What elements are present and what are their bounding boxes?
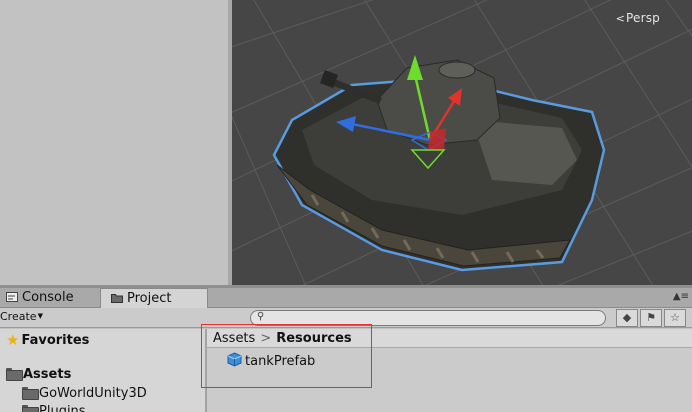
- tab-console[interactable]: Console: [0, 288, 90, 308]
- asset-item-tankprefab[interactable]: tankPrefab: [227, 352, 315, 371]
- search-icon: ⚲: [257, 311, 265, 322]
- console-icon: [6, 289, 18, 302]
- search-input[interactable]: ⚲: [250, 310, 606, 326]
- persp-gizmo[interactable]: <Persp: [616, 11, 660, 25]
- favorites-label: Favorites: [21, 333, 90, 348]
- scene-view[interactable]: <Persp: [232, 0, 692, 285]
- tab-project-label: Project: [127, 291, 172, 306]
- create-label: Create: [0, 310, 37, 323]
- tab-project[interactable]: Project: [100, 288, 208, 308]
- tank-model[interactable]: [272, 59, 606, 272]
- breadcrumb: Assets > Resources: [207, 329, 692, 348]
- dropdown-arrow-icon: ▼: [37, 312, 43, 320]
- view-mode-label: Persp: [626, 11, 660, 25]
- persp-gizmo-icon: <: [615, 12, 625, 25]
- tree-item-label: GoWorldUnity3D: [39, 386, 147, 401]
- tree-item-plugins[interactable]: Plugins: [22, 404, 86, 412]
- favorites-star-icon: ★: [6, 331, 20, 349]
- folder-icon: [6, 368, 23, 381]
- create-dropdown[interactable]: Create▼: [0, 310, 43, 323]
- asset-name: tankPrefab: [245, 354, 316, 369]
- project-tree: ★ Favorites Assets GoWorldUnity3D Plugins: [0, 329, 205, 412]
- tab-console-label: Console: [22, 290, 74, 305]
- tree-item-goworldunity3d[interactable]: GoWorldUnity3D: [22, 386, 147, 401]
- project-toolbar: Create▼ ⚲ ◆ ⚑ ☆: [0, 308, 692, 328]
- search-by-label-button[interactable]: ⚑: [640, 309, 662, 327]
- favorite-star-button[interactable]: ☆: [664, 309, 686, 327]
- bottom-tabbar: Console Project ▲≡: [0, 288, 692, 308]
- assets-label: Assets: [23, 367, 72, 382]
- favorites-section[interactable]: ★ Favorites: [6, 331, 89, 349]
- folder-icon: [22, 405, 39, 412]
- search-by-label-icon: ⚑: [646, 311, 656, 324]
- breadcrumb-resources[interactable]: Resources: [276, 331, 351, 346]
- breadcrumb-assets[interactable]: Assets: [213, 331, 255, 346]
- scene-canvas[interactable]: [232, 0, 692, 285]
- prefab-cube-icon: [227, 352, 242, 371]
- search-by-type-icon: ◆: [622, 311, 632, 324]
- asset-browser: Assets > Resources tankPrefab: [207, 329, 692, 412]
- favorite-star-icon: ☆: [670, 311, 680, 324]
- search-by-type-button[interactable]: ◆: [616, 309, 638, 327]
- folder-icon: [22, 387, 39, 400]
- folder-icon: [111, 290, 123, 303]
- panel-menu-icon[interactable]: ▲≡: [673, 291, 689, 302]
- assets-section[interactable]: Assets: [6, 367, 71, 382]
- tree-item-label: Plugins: [39, 404, 86, 412]
- breadcrumb-separator: >: [260, 331, 272, 346]
- hierarchy-panel: [0, 0, 228, 285]
